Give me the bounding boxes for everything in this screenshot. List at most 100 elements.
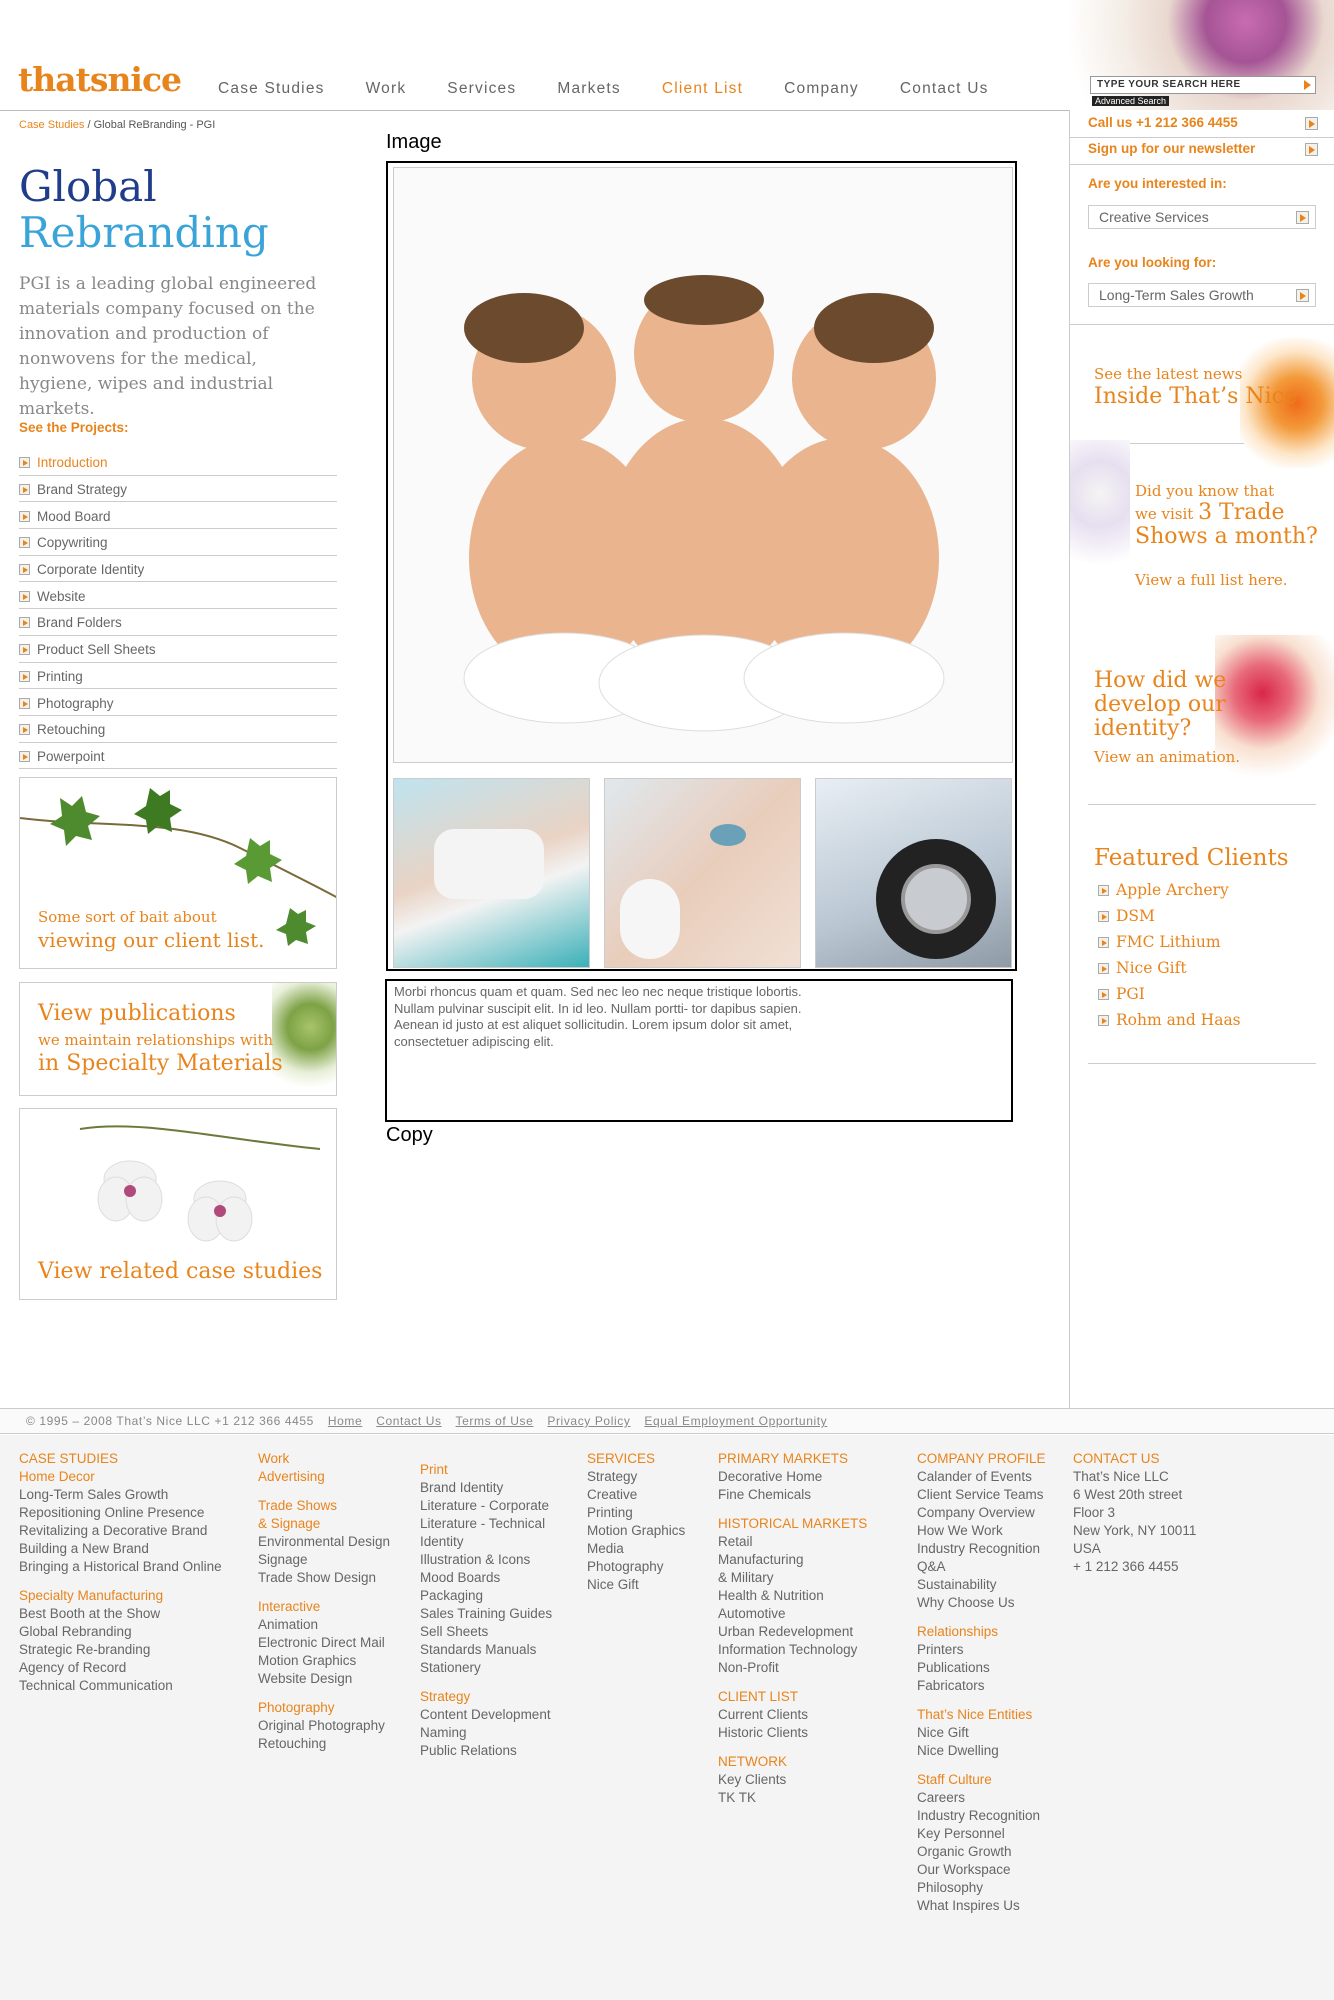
footer-heading[interactable]: Photography bbox=[258, 1699, 390, 1717]
footer-link[interactable]: Industry Recognition bbox=[917, 1807, 1046, 1825]
footer-link[interactable]: Decorative Home bbox=[718, 1468, 867, 1486]
featured-client-item[interactable]: PGI bbox=[1098, 981, 1241, 1007]
footer-heading[interactable]: Strategy bbox=[420, 1688, 552, 1706]
footer-link[interactable]: Calander of Events bbox=[917, 1468, 1046, 1486]
footer-link-eeo[interactable]: Equal Employment Opportunity bbox=[644, 1414, 827, 1428]
footer-link[interactable]: Repositioning Online Presence bbox=[19, 1504, 222, 1522]
footer-link[interactable]: Identity bbox=[420, 1533, 552, 1551]
search-input[interactable]: TYPE YOUR SEARCH HERE bbox=[1090, 76, 1316, 94]
featured-client-item[interactable]: DSM bbox=[1098, 903, 1241, 929]
footer-heading[interactable]: Print bbox=[420, 1461, 552, 1479]
project-item[interactable]: Corporate Identity bbox=[19, 556, 337, 583]
footer-link[interactable]: Building a New Brand bbox=[19, 1540, 222, 1558]
news-line2[interactable]: Inside That’s Nice bbox=[1094, 384, 1297, 409]
project-item[interactable]: Printing bbox=[19, 663, 337, 690]
footer-link[interactable]: Fabricators bbox=[917, 1677, 1046, 1695]
footer-link[interactable]: Mood Boards bbox=[420, 1569, 552, 1587]
footer-link[interactable]: Website Design bbox=[258, 1670, 390, 1688]
footer-link[interactable]: Sales Training Guides bbox=[420, 1605, 552, 1623]
footer-link[interactable]: Company Overview bbox=[917, 1504, 1046, 1522]
related-case-studies-promo[interactable]: View related case studies bbox=[19, 1108, 337, 1300]
footer-link-contact[interactable]: Contact Us bbox=[376, 1414, 441, 1428]
thumb-car-wheel[interactable] bbox=[815, 778, 1012, 968]
footer-link[interactable]: Best Booth at the Show bbox=[19, 1605, 222, 1623]
footer-link[interactable]: Printing bbox=[587, 1504, 685, 1522]
newsletter-link[interactable]: Sign up for our newsletter bbox=[1088, 141, 1318, 156]
footer-link[interactable]: Illustration & Icons bbox=[420, 1551, 552, 1569]
footer-link[interactable]: Naming bbox=[420, 1724, 552, 1742]
footer-heading[interactable]: Advertising bbox=[258, 1468, 390, 1486]
project-item[interactable]: Product Sell Sheets bbox=[19, 636, 337, 663]
footer-heading[interactable]: Work bbox=[258, 1450, 390, 1468]
project-item[interactable]: Retouching bbox=[19, 716, 337, 743]
footer-link[interactable]: Electronic Direct Mail bbox=[258, 1634, 390, 1652]
footer-link[interactable]: Revitalizing a Decorative Brand bbox=[19, 1522, 222, 1540]
project-item[interactable]: Mood Board bbox=[19, 502, 337, 530]
footer-link[interactable]: Current Clients bbox=[718, 1706, 867, 1724]
footer-link[interactable]: Organic Growth bbox=[917, 1843, 1046, 1861]
nav-markets[interactable]: Markets bbox=[557, 80, 621, 98]
footer-link[interactable]: Content Development bbox=[420, 1706, 552, 1724]
footer-heading[interactable]: CLIENT LIST bbox=[718, 1688, 867, 1706]
footer-link[interactable]: How We Work bbox=[917, 1522, 1046, 1540]
footer-link[interactable]: Literature - Technical bbox=[420, 1515, 552, 1533]
project-item[interactable]: Powerpoint bbox=[19, 743, 337, 770]
footer-link[interactable]: Standards Manuals bbox=[420, 1641, 552, 1659]
footer-heading[interactable]: & Signage bbox=[258, 1515, 390, 1533]
footer-link[interactable]: Technical Communication bbox=[19, 1677, 222, 1695]
footer-link[interactable]: Why Choose Us bbox=[917, 1594, 1046, 1612]
footer-link[interactable]: Nice Dwelling bbox=[917, 1742, 1046, 1760]
footer-link[interactable]: Strategy bbox=[587, 1468, 685, 1486]
identity-animation-link[interactable]: View an animation. bbox=[1094, 748, 1240, 766]
footer-link[interactable]: Long-Term Sales Growth bbox=[19, 1486, 222, 1504]
footer-link[interactable]: Publications bbox=[917, 1659, 1046, 1677]
nav-services[interactable]: Services bbox=[447, 80, 516, 98]
footer-link[interactable]: Fine Chemicals bbox=[718, 1486, 867, 1504]
footer-link[interactable]: Signage bbox=[258, 1551, 390, 1569]
footer-link[interactable]: USA bbox=[1073, 1540, 1196, 1558]
search-go-icon[interactable] bbox=[1304, 80, 1311, 90]
footer-heading[interactable]: PRIMARY MARKETS bbox=[718, 1450, 867, 1468]
footer-link-terms[interactable]: Terms of Use bbox=[456, 1414, 534, 1428]
footer-link[interactable]: Non-Profit bbox=[718, 1659, 867, 1677]
footer-link[interactable]: Public Relations bbox=[420, 1742, 552, 1760]
footer-link[interactable]: Strategic Re-branding bbox=[19, 1641, 222, 1659]
featured-client-item[interactable]: Nice Gift bbox=[1098, 955, 1241, 981]
footer-heading[interactable]: HISTORICAL MARKETS bbox=[718, 1515, 867, 1533]
footer-link[interactable]: Our Workspace bbox=[917, 1861, 1046, 1879]
project-item[interactable]: Website bbox=[19, 582, 337, 610]
footer-link[interactable]: Nice Gift bbox=[917, 1724, 1046, 1742]
project-item[interactable]: Photography bbox=[19, 689, 337, 716]
footer-link[interactable]: Creative bbox=[587, 1486, 685, 1504]
logo[interactable]: thatsnice bbox=[18, 60, 182, 99]
footer-link[interactable]: Agency of Record bbox=[19, 1659, 222, 1677]
nav-case-studies[interactable]: Case Studies bbox=[218, 80, 325, 98]
footer-link[interactable]: + 1 212 366 4455 bbox=[1073, 1558, 1196, 1576]
footer-link[interactable]: Manufacturing bbox=[718, 1551, 867, 1569]
footer-heading[interactable]: Relationships bbox=[917, 1623, 1046, 1641]
featured-client-item[interactable]: FMC Lithium bbox=[1098, 929, 1241, 955]
breadcrumb-case-studies[interactable]: Case Studies bbox=[19, 119, 84, 131]
footer-link[interactable]: Global Rebranding bbox=[19, 1623, 222, 1641]
looking-select[interactable]: Long-Term Sales Growth bbox=[1088, 283, 1316, 307]
footer-link[interactable]: Sustainability bbox=[917, 1576, 1046, 1594]
nav-client-list[interactable]: Client List bbox=[662, 80, 743, 98]
nav-company[interactable]: Company bbox=[784, 80, 859, 98]
footer-heading[interactable]: CASE STUDIES bbox=[19, 1450, 222, 1468]
footer-heading[interactable]: COMPANY PROFILE bbox=[917, 1450, 1046, 1468]
footer-link[interactable]: Nice Gift bbox=[587, 1576, 685, 1594]
footer-link[interactable]: Health & Nutrition bbox=[718, 1587, 867, 1605]
footer-link[interactable]: Animation bbox=[258, 1616, 390, 1634]
footer-link[interactable]: Industry Recognition bbox=[917, 1540, 1046, 1558]
footer-link[interactable]: Sell Sheets bbox=[420, 1623, 552, 1641]
footer-link[interactable]: Brand Identity bbox=[420, 1479, 552, 1497]
footer-link[interactable]: Floor 3 bbox=[1073, 1504, 1196, 1522]
footer-link[interactable]: Motion Graphics bbox=[587, 1522, 685, 1540]
footer-link[interactable]: Urban Redevelopment bbox=[718, 1623, 867, 1641]
footer-heading[interactable]: SERVICES bbox=[587, 1450, 685, 1468]
featured-client-item[interactable]: Apple Archery bbox=[1098, 877, 1241, 903]
publications-promo[interactable]: View publications we maintain relationsh… bbox=[19, 982, 337, 1096]
footer-link[interactable]: Environmental Design bbox=[258, 1533, 390, 1551]
footer-link[interactable]: Literature - Corporate bbox=[420, 1497, 552, 1515]
footer-link[interactable]: That’s Nice LLC bbox=[1073, 1468, 1196, 1486]
